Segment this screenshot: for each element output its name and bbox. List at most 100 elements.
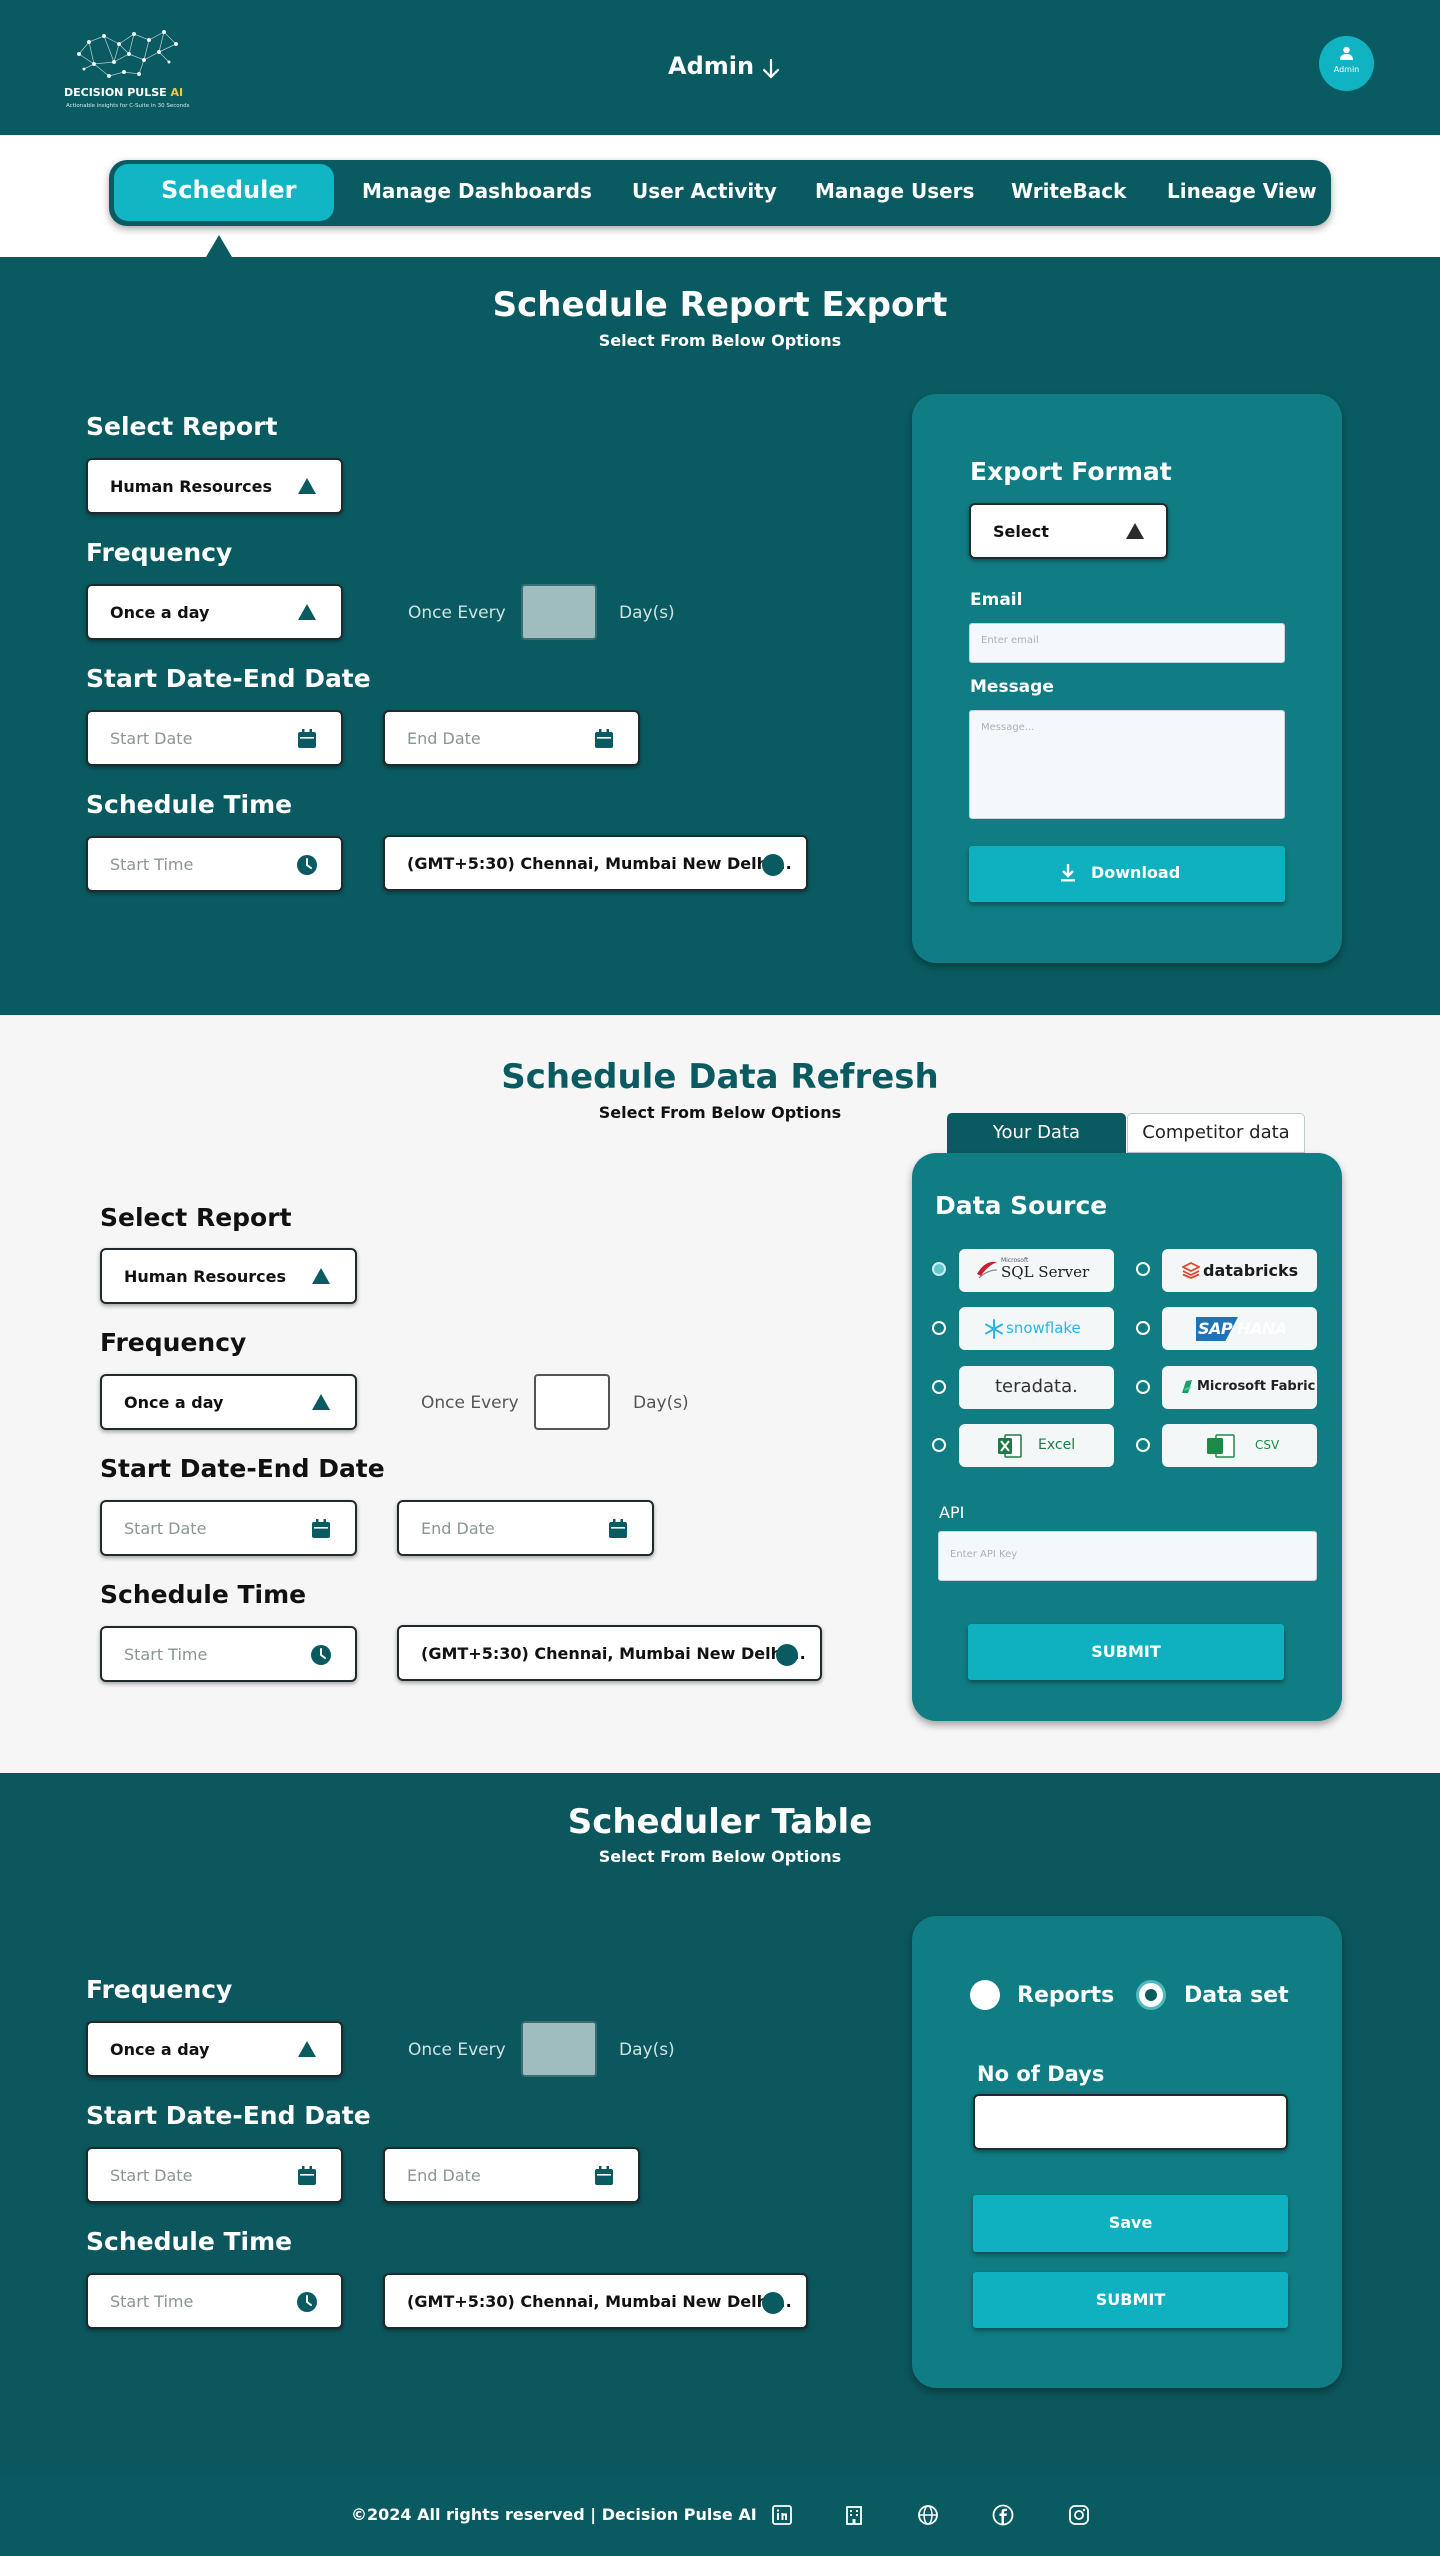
radio-microsoft-fabric[interactable] [1136, 1380, 1150, 1394]
start-time-field[interactable]: Start Time [100, 1626, 357, 1682]
source-teradata[interactable]: teradata. [959, 1366, 1114, 1409]
timezone-select[interactable]: (GMT+5:30) Chennai, Mumbai New Delhi... [397, 1625, 822, 1681]
date-range-label: Start Date-End Date [100, 1454, 385, 1483]
message-field[interactable]: Message... [969, 710, 1285, 819]
facebook-icon[interactable] [992, 2504, 1014, 2526]
radio-dataset[interactable] [1136, 1980, 1166, 2010]
linkedin-icon[interactable] [771, 2504, 793, 2526]
sql-server-icon [977, 1261, 998, 1279]
source-snowflake[interactable]: snowflake [959, 1307, 1114, 1350]
once-every-input[interactable] [521, 2021, 597, 2077]
clock-icon [297, 855, 317, 875]
schedule-time-label: Schedule Time [100, 1580, 307, 1609]
start-time-field[interactable]: Start Time [86, 836, 343, 892]
source-microsoft-fabric[interactable]: Microsoft Fabric [1162, 1366, 1317, 1409]
frequency-select[interactable]: Once a day [86, 584, 343, 640]
tab-manage-users[interactable]: Manage Users [815, 179, 974, 203]
clock-icon [311, 1645, 331, 1665]
timezone-value: (GMT+5:30) Chennai, Mumbai New Delhi... [407, 854, 792, 873]
save-button[interactable]: Save [973, 2195, 1288, 2252]
report-select[interactable]: Human Resources [100, 1248, 357, 1304]
radio-sap-hana[interactable] [1136, 1321, 1150, 1335]
tab-lineage-view[interactable]: Lineage View [1167, 179, 1317, 203]
end-date-field[interactable]: End Date [383, 2147, 640, 2203]
tab-your-data[interactable]: Your Data [947, 1113, 1126, 1153]
radio-reports[interactable] [970, 1980, 1000, 2010]
submit-button[interactable]: SUBMIT [973, 2272, 1288, 2328]
start-date-field[interactable]: Start Date [86, 710, 343, 766]
radio-snowflake[interactable] [932, 1321, 946, 1335]
radio-teradata[interactable] [932, 1380, 946, 1394]
days-label: Day(s) [633, 1393, 689, 1413]
timezone-select[interactable]: (GMT+5:30) Chennai, Mumbai New Delhi... [383, 2273, 808, 2329]
source-databricks[interactable]: databricks [1162, 1249, 1317, 1292]
avatar-label: Admin [1333, 65, 1360, 74]
radio-csv[interactable] [1136, 1438, 1150, 1452]
source-sap-hana[interactable]: SAP HANA [1162, 1307, 1317, 1350]
frequency-select[interactable]: Once a day [86, 2021, 343, 2077]
triangle-up-icon [312, 1394, 330, 1410]
message-label: Message [970, 677, 1054, 697]
start-date-field[interactable]: Start Date [86, 2147, 343, 2203]
frequency-select-value: Once a day [110, 603, 210, 622]
section-title: Scheduler Table [567, 1802, 873, 1842]
radio-databricks[interactable] [1136, 1262, 1150, 1276]
tab-writeback[interactable]: WriteBack [1011, 179, 1126, 203]
avatar[interactable]: Admin [1319, 36, 1374, 91]
radio-excel[interactable] [932, 1438, 946, 1452]
source-excel[interactable]: Excel [959, 1424, 1114, 1467]
footer-copyright: ©2024 All rights reserved | Decision Pul… [351, 2505, 757, 2524]
data-source-submit-button[interactable]: SUBMIT [968, 1624, 1284, 1680]
end-date-field[interactable]: End Date [383, 710, 640, 766]
tab-scheduler[interactable]: Scheduler [161, 176, 296, 204]
section-title: Schedule Report Export [492, 285, 948, 325]
globe-icon[interactable] [917, 2504, 939, 2526]
no-of-days-field[interactable] [973, 2094, 1288, 2150]
tab-competitor-data[interactable]: Competitor data [1127, 1113, 1305, 1153]
timezone-select[interactable]: (GMT+5:30) Chennai, Mumbai New Delhi... [383, 835, 808, 891]
select-report-label: Select Report [100, 1203, 292, 1232]
clock-icon [297, 2292, 317, 2312]
start-date-placeholder: Start Date [110, 729, 193, 748]
export-format-select[interactable]: Select [969, 503, 1168, 559]
section-title: Schedule Data Refresh [501, 1057, 939, 1097]
csv-file-icon [1207, 1434, 1235, 1458]
tab-manage-dashboards[interactable]: Manage Dashboards [362, 179, 592, 203]
user-icon [1340, 46, 1353, 60]
start-date-placeholder: Start Date [110, 2166, 193, 2185]
start-date-field[interactable]: Start Date [100, 1500, 357, 1556]
radio-sql-server[interactable] [932, 1262, 946, 1276]
microsoft-fabric-label: Microsoft Fabric [1197, 1379, 1316, 1394]
save-label: Save [1108, 2213, 1153, 2232]
days-label: Day(s) [619, 603, 675, 623]
source-sql-server[interactable]: Microsoft SQL Server [959, 1249, 1114, 1292]
timezone-value: (GMT+5:30) Chennai, Mumbai New Delhi... [421, 1644, 806, 1663]
databricks-label: databricks [1203, 1261, 1299, 1280]
source-csv[interactable]: CSV [1162, 1424, 1317, 1467]
once-every-input[interactable] [521, 584, 597, 640]
report-select-value: Human Resources [124, 1267, 287, 1286]
frequency-label: Frequency [100, 1328, 247, 1357]
admin-dropdown[interactable]: Admin [668, 52, 754, 80]
frequency-select[interactable]: Once a day [100, 1374, 357, 1430]
frequency-select-value: Once a day [110, 2040, 210, 2059]
building-icon[interactable] [843, 2504, 865, 2526]
instagram-icon[interactable] [1068, 2504, 1090, 2526]
tab-user-activity[interactable]: User Activity [632, 179, 777, 203]
logo-name: DECISION PULSE AI [64, 86, 184, 99]
section-subtitle: Select From Below Options [598, 331, 842, 350]
report-select[interactable]: Human Resources [86, 458, 343, 514]
end-date-field[interactable]: End Date [397, 1500, 654, 1556]
api-key-field[interactable]: Enter API Key [938, 1531, 1317, 1581]
arrow-down-icon[interactable] [762, 58, 780, 80]
select-report-label: Select Report [86, 412, 278, 441]
email-field[interactable]: Enter email [969, 623, 1285, 663]
section-subtitle: Select From Below Options [598, 1847, 842, 1866]
calendar-icon [595, 729, 613, 748]
download-button[interactable]: Download [969, 846, 1285, 902]
calendar-icon [609, 1519, 627, 1538]
date-range-label: Start Date-End Date [86, 664, 371, 693]
once-every-input[interactable] [534, 1374, 610, 1430]
start-time-field[interactable]: Start Time [86, 2273, 343, 2329]
schedule-time-label: Schedule Time [86, 790, 293, 819]
